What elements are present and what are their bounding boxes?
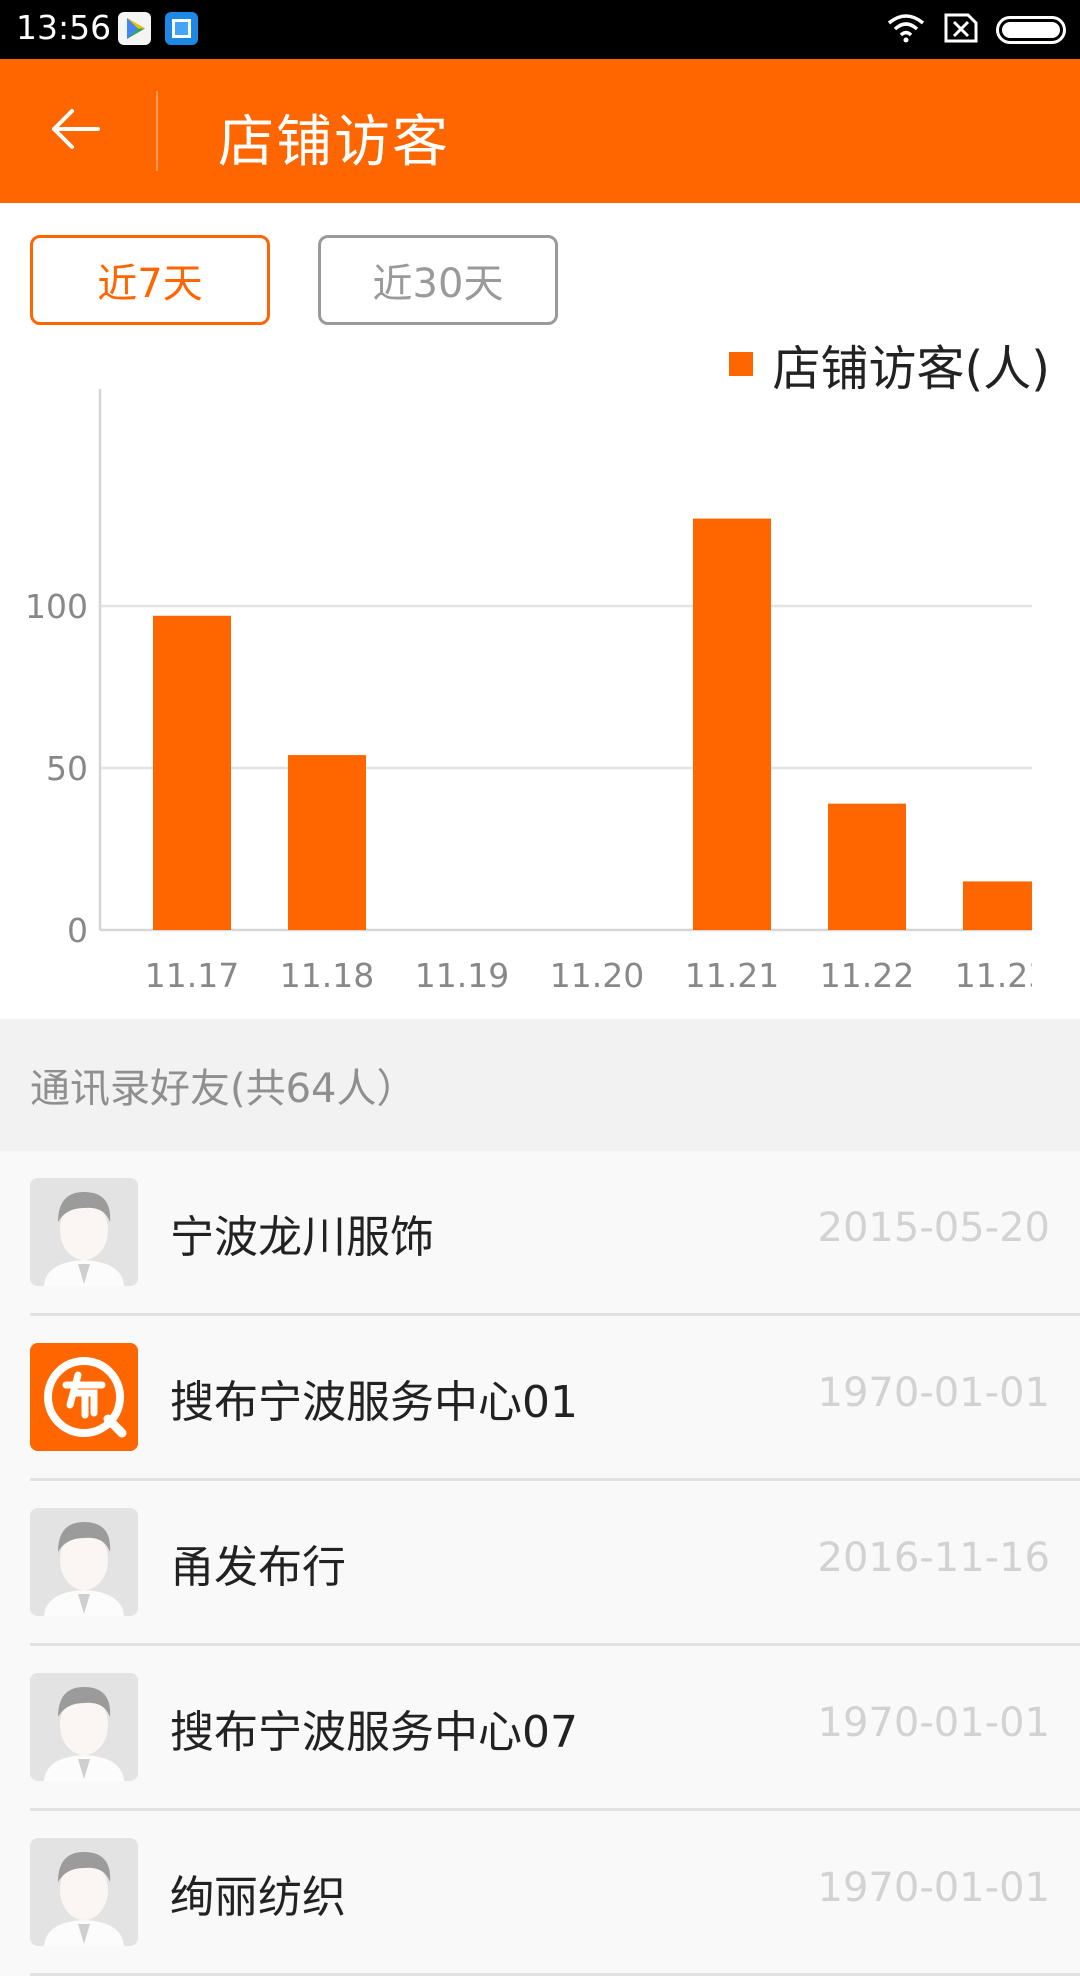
y-tick-label: 50 <box>46 749 88 788</box>
contact-name: 搜布宁波服务中心07 <box>170 1707 578 1758</box>
x-tick-label: 11.20 <box>550 956 644 995</box>
back-arrow-icon <box>50 107 102 155</box>
x-tick-label: 11.19 <box>415 956 509 995</box>
contact-date: 2015-05-20 <box>817 1205 1050 1251</box>
notification-app-icon <box>165 12 198 45</box>
person-avatar-icon <box>30 1838 138 1946</box>
bar-11.17 <box>153 615 231 930</box>
person-avatar-icon <box>30 1508 138 1616</box>
person-avatar-icon <box>30 1673 138 1781</box>
status-time: 13:56 <box>16 8 112 47</box>
contact-date: 2016-11-16 <box>817 1535 1050 1581</box>
bar-11.23 <box>963 881 1032 930</box>
back-button[interactable] <box>30 95 122 167</box>
contact-name: 搜布宁波服务中心01 <box>170 1377 578 1428</box>
contact-name: 甬发布行 <box>170 1542 346 1593</box>
person-avatar-icon <box>30 1178 138 1286</box>
page-title: 店铺访客 <box>218 110 450 175</box>
contacts-section-header: 通讯录好友(共64人） <box>0 1019 1080 1151</box>
x-tick-label: 11.21 <box>685 956 779 995</box>
visitor-chart-card: 近7天 近30天 店铺访客(人) 0 50 100 11.17 11.18 11.19 11… <box>0 203 1080 1019</box>
bar-11.22 <box>828 803 906 930</box>
contact-date: 1970-01-01 <box>817 1865 1050 1911</box>
bar-11.21 <box>693 518 771 930</box>
contact-name: 绚丽纺织 <box>170 1872 346 1923</box>
contact-date: 1970-01-01 <box>817 1700 1050 1746</box>
contact-row[interactable]: 搜布宁波服务中心07 1970-01-01 <box>0 1646 1080 1811</box>
soubu-logo-icon <box>30 1343 138 1451</box>
bar-chart: 0 50 100 11.17 11.18 11.19 11.20 11.21 11.22 11.2… <box>25 389 1049 995</box>
x-tick-label: 11.17 <box>145 956 239 995</box>
wifi-icon <box>886 13 926 47</box>
contact-list: 宁波龙川服饰 2015-05-20 搜布宁波服务中心01 1970-01-01 … <box>0 1151 1080 1976</box>
x-tick-label: 11.22 <box>820 956 914 995</box>
x-tick-label: 11.18 <box>280 956 374 995</box>
battery-icon <box>996 16 1066 44</box>
x-tick-label: 11.23 <box>955 956 1049 995</box>
contact-row[interactable]: 甬发布行 2016-11-16 <box>0 1481 1080 1646</box>
contact-name: 宁波龙川服饰 <box>170 1212 434 1263</box>
y-tick-label: 0 <box>67 911 88 950</box>
contact-row[interactable]: 搜布宁波服务中心01 1970-01-01 <box>0 1316 1080 1481</box>
status-bar: 13:56 <box>0 0 1080 59</box>
y-tick-label: 100 <box>25 587 88 626</box>
contact-date: 1970-01-01 <box>817 1370 1050 1416</box>
app-bar: 店铺访客 <box>0 59 1080 203</box>
status-icons <box>886 12 1066 48</box>
play-store-icon <box>118 12 151 45</box>
app-bar-divider <box>156 91 158 171</box>
bar-11.18 <box>288 755 366 930</box>
contact-row[interactable]: 绚丽纺织 1970-01-01 <box>0 1811 1080 1976</box>
contact-row[interactable]: 宁波龙川服饰 2015-05-20 <box>0 1151 1080 1316</box>
contacts-section-title: 通讯录好友(共64人） <box>30 1066 417 1112</box>
no-sim-icon <box>944 13 978 47</box>
